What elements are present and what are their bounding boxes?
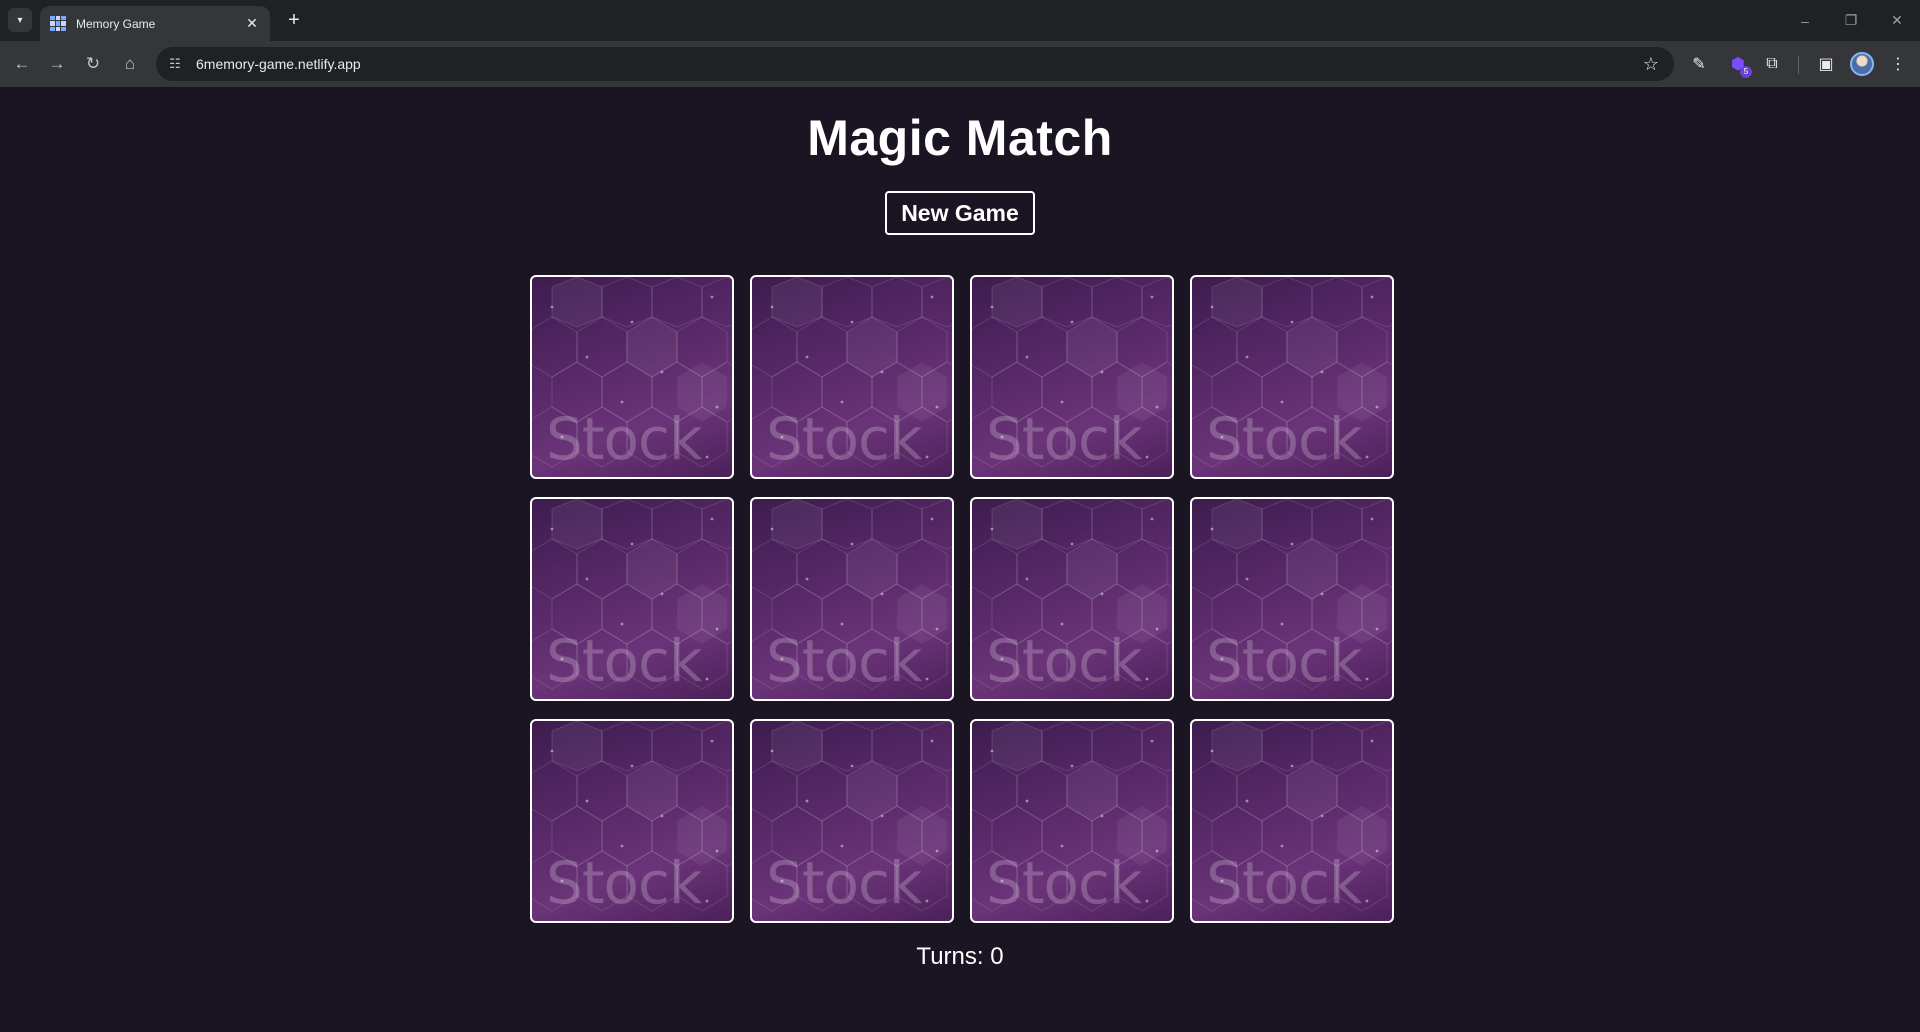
reload-icon[interactable]: ↻ [79, 50, 107, 78]
home-icon[interactable]: ⌂ [116, 50, 144, 78]
card-watermark: Stock [986, 627, 1143, 695]
card-watermark: Stock [986, 849, 1143, 917]
new-tab-icon[interactable]: + [282, 8, 306, 32]
card-back[interactable]: Stock [1190, 719, 1394, 923]
extensions-puzzle-icon[interactable]: ⧉ [1758, 50, 1786, 78]
extension-badge: 5 [1740, 66, 1752, 78]
game-page: Magic Match New Game Stock Stock Stock S… [0, 87, 1920, 1032]
tab-close-icon[interactable]: ✕ [244, 15, 260, 32]
browser-toolbar: ← → ↻ ⌂ ☷ 6memory-game.netlify.app ☆ ✎ ⬢… [0, 41, 1920, 87]
side-panel-icon[interactable]: ▣ [1812, 50, 1840, 78]
toolbar-divider [1798, 56, 1799, 74]
card-watermark: Stock [1206, 405, 1363, 473]
url-text[interactable]: 6memory-game.netlify.app [196, 56, 1634, 72]
card-watermark: Stock [1206, 849, 1363, 917]
more-menu-icon[interactable]: ⋮ [1884, 50, 1912, 78]
page-title: Magic Match [807, 110, 1113, 166]
card-watermark: Stock [986, 405, 1143, 473]
site-info-icon[interactable]: ☷ [158, 47, 192, 81]
card-watermark: Stock [766, 405, 923, 473]
card-back[interactable]: Stock [970, 275, 1174, 479]
tab-search-icon[interactable]: ▾ [8, 8, 32, 32]
card-watermark: Stock [1206, 627, 1363, 695]
card-back[interactable]: Stock [530, 497, 734, 701]
browser-tabstrip: ▾ Memory Game ✕ + – ❐ ✕ [0, 0, 1920, 41]
card-back[interactable]: Stock [750, 497, 954, 701]
card-back[interactable]: Stock [750, 275, 954, 479]
browser-tab[interactable]: Memory Game ✕ [40, 6, 270, 41]
profile-avatar[interactable] [1850, 52, 1874, 76]
card-back[interactable]: Stock [530, 275, 734, 479]
card-watermark: Stock [546, 849, 703, 917]
card-watermark: Stock [546, 405, 703, 473]
card-watermark: Stock [766, 849, 923, 917]
new-game-button[interactable]: New Game [885, 191, 1035, 235]
card-back[interactable]: Stock [1190, 275, 1394, 479]
card-grid: Stock Stock Stock Stock Stock Stock Stoc… [530, 275, 1394, 923]
turns-counter: Turns: 0 [0, 943, 1920, 971]
card-back[interactable]: Stock [970, 497, 1174, 701]
restore-icon[interactable]: ❐ [1828, 0, 1874, 41]
card-back[interactable]: Stock [750, 719, 954, 923]
tab-favicon-icon [50, 15, 66, 32]
card-back[interactable]: Stock [1190, 497, 1394, 701]
card-watermark: Stock [546, 627, 703, 695]
turns-label: Turns: [916, 943, 984, 970]
eyedropper-extension-icon[interactable]: ✎ [1685, 50, 1713, 78]
address-bar[interactable]: ☷ 6memory-game.netlify.app ☆ [156, 47, 1674, 81]
minimize-icon[interactable]: – [1782, 0, 1828, 41]
turns-value: 0 [990, 943, 1004, 970]
tab-title: Memory Game [76, 16, 156, 31]
back-icon[interactable]: ← [8, 50, 36, 78]
bookmark-star-icon[interactable]: ☆ [1634, 54, 1668, 75]
extension-icon[interactable]: ⬢ 5 [1724, 50, 1752, 78]
window-controls: – ❐ ✕ [1782, 0, 1920, 41]
card-watermark: Stock [766, 627, 923, 695]
forward-icon[interactable]: → [43, 50, 71, 78]
card-back[interactable]: Stock [970, 719, 1174, 923]
card-back[interactable]: Stock [530, 719, 734, 923]
window-close-icon[interactable]: ✕ [1874, 0, 1920, 41]
